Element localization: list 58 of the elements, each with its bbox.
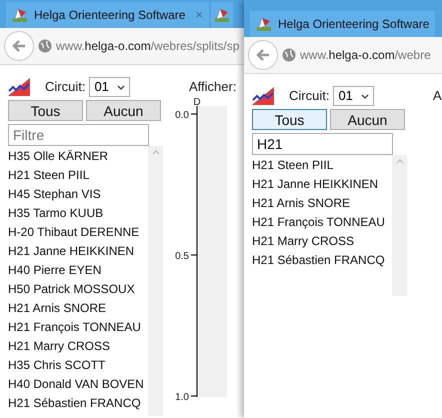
filter-field[interactable]: Filtre bbox=[8, 124, 149, 146]
chevron-down-icon bbox=[361, 94, 370, 98]
axis-label: D bbox=[193, 97, 201, 108]
logo-icon bbox=[8, 78, 30, 96]
axis-tick: 0.0 bbox=[175, 110, 198, 121]
filter-button[interactable]: Tous bbox=[252, 109, 327, 130]
circuit-label: Circuit: bbox=[289, 87, 330, 106]
runner-item[interactable]: H45 Stephan VIS bbox=[8, 185, 148, 204]
browser-tab[interactable] bbox=[211, 2, 234, 28]
back-arrow-icon bbox=[256, 49, 270, 61]
flag-icon bbox=[256, 17, 272, 31]
scrollbar[interactable] bbox=[392, 155, 407, 296]
logo-icon bbox=[252, 87, 274, 105]
runner-item[interactable]: H21 Sébastien FRANCQ bbox=[252, 251, 392, 270]
browser-tab[interactable]: Helga Orienteering Software bbox=[250, 11, 436, 37]
axis-tick: 0.5 bbox=[175, 251, 198, 262]
runner-item[interactable]: H50 Patrick MOSSOUX bbox=[8, 280, 148, 299]
runner-item[interactable]: H21 François TONNEAU bbox=[8, 318, 148, 337]
scroll-up-icon bbox=[396, 159, 404, 164]
chevron-down-icon bbox=[117, 84, 126, 90]
runner-item[interactable]: H21 Steen PIIL bbox=[252, 156, 392, 175]
circuit-select[interactable]: 01 bbox=[89, 77, 130, 97]
flag-icon bbox=[214, 8, 230, 22]
runner-item[interactable]: H21 Arnis SNORE bbox=[8, 299, 148, 318]
runner-item[interactable]: H21 Marry CROSS bbox=[252, 232, 392, 251]
runner-item[interactable]: H21 Sébastien FRANCQ bbox=[8, 394, 148, 413]
circuit-select[interactable]: 01 bbox=[333, 86, 374, 106]
filter-button[interactable]: Aucun bbox=[330, 109, 405, 130]
scrollbar[interactable] bbox=[148, 146, 163, 416]
runner-item[interactable]: H21 Steen PIIL bbox=[8, 166, 148, 185]
runner-item[interactable]: H40 Pierre EYEN bbox=[8, 261, 148, 280]
url-text[interactable]: www.helga-o.com/webre bbox=[300, 46, 431, 64]
display-label: Afficher: bbox=[189, 78, 238, 96]
runner-item[interactable]: H21 Arnis SNORE bbox=[252, 194, 392, 213]
circuit-label: Circuit: bbox=[45, 78, 86, 96]
scroll-up-icon bbox=[152, 150, 160, 155]
display-label: A bbox=[433, 87, 442, 105]
runner-item[interactable]: H21 Marry CROSS bbox=[8, 337, 148, 356]
axis-tick: 1.0 bbox=[175, 392, 198, 403]
browser-tab[interactable]: Helga Orienteering Software × bbox=[6, 2, 210, 28]
runner-item[interactable]: H35 Chris SCOTT bbox=[8, 356, 148, 375]
runner-item[interactable]: H-20 Thibaut DERENNE bbox=[8, 223, 148, 242]
runner-item[interactable]: H21 Janne HEIKKINEN bbox=[252, 175, 392, 194]
runner-item[interactable]: H35 Olle KÄRNER bbox=[8, 147, 148, 166]
back-arrow-icon bbox=[12, 40, 26, 52]
globe-icon bbox=[282, 48, 296, 62]
back-button[interactable] bbox=[4, 31, 34, 61]
runner-item[interactable]: H40 Donald VAN BOVEN bbox=[8, 375, 148, 394]
runner-item[interactable]: H21 Janne HEIKKINEN bbox=[8, 242, 148, 261]
filter-button[interactable]: Tous bbox=[8, 100, 83, 121]
filter-button[interactable]: Aucun bbox=[86, 100, 161, 121]
globe-icon bbox=[38, 39, 52, 53]
runner-item[interactable]: H21 François TONNEAU bbox=[252, 213, 392, 232]
filter-field[interactable]: H21 bbox=[252, 133, 393, 155]
back-button[interactable] bbox=[248, 40, 278, 70]
url-text[interactable]: www.helga-o.com/webres/splits/sp bbox=[56, 37, 240, 55]
flag-icon bbox=[12, 8, 28, 22]
runner-item[interactable]: H35 Tarmo KUUB bbox=[8, 204, 148, 223]
